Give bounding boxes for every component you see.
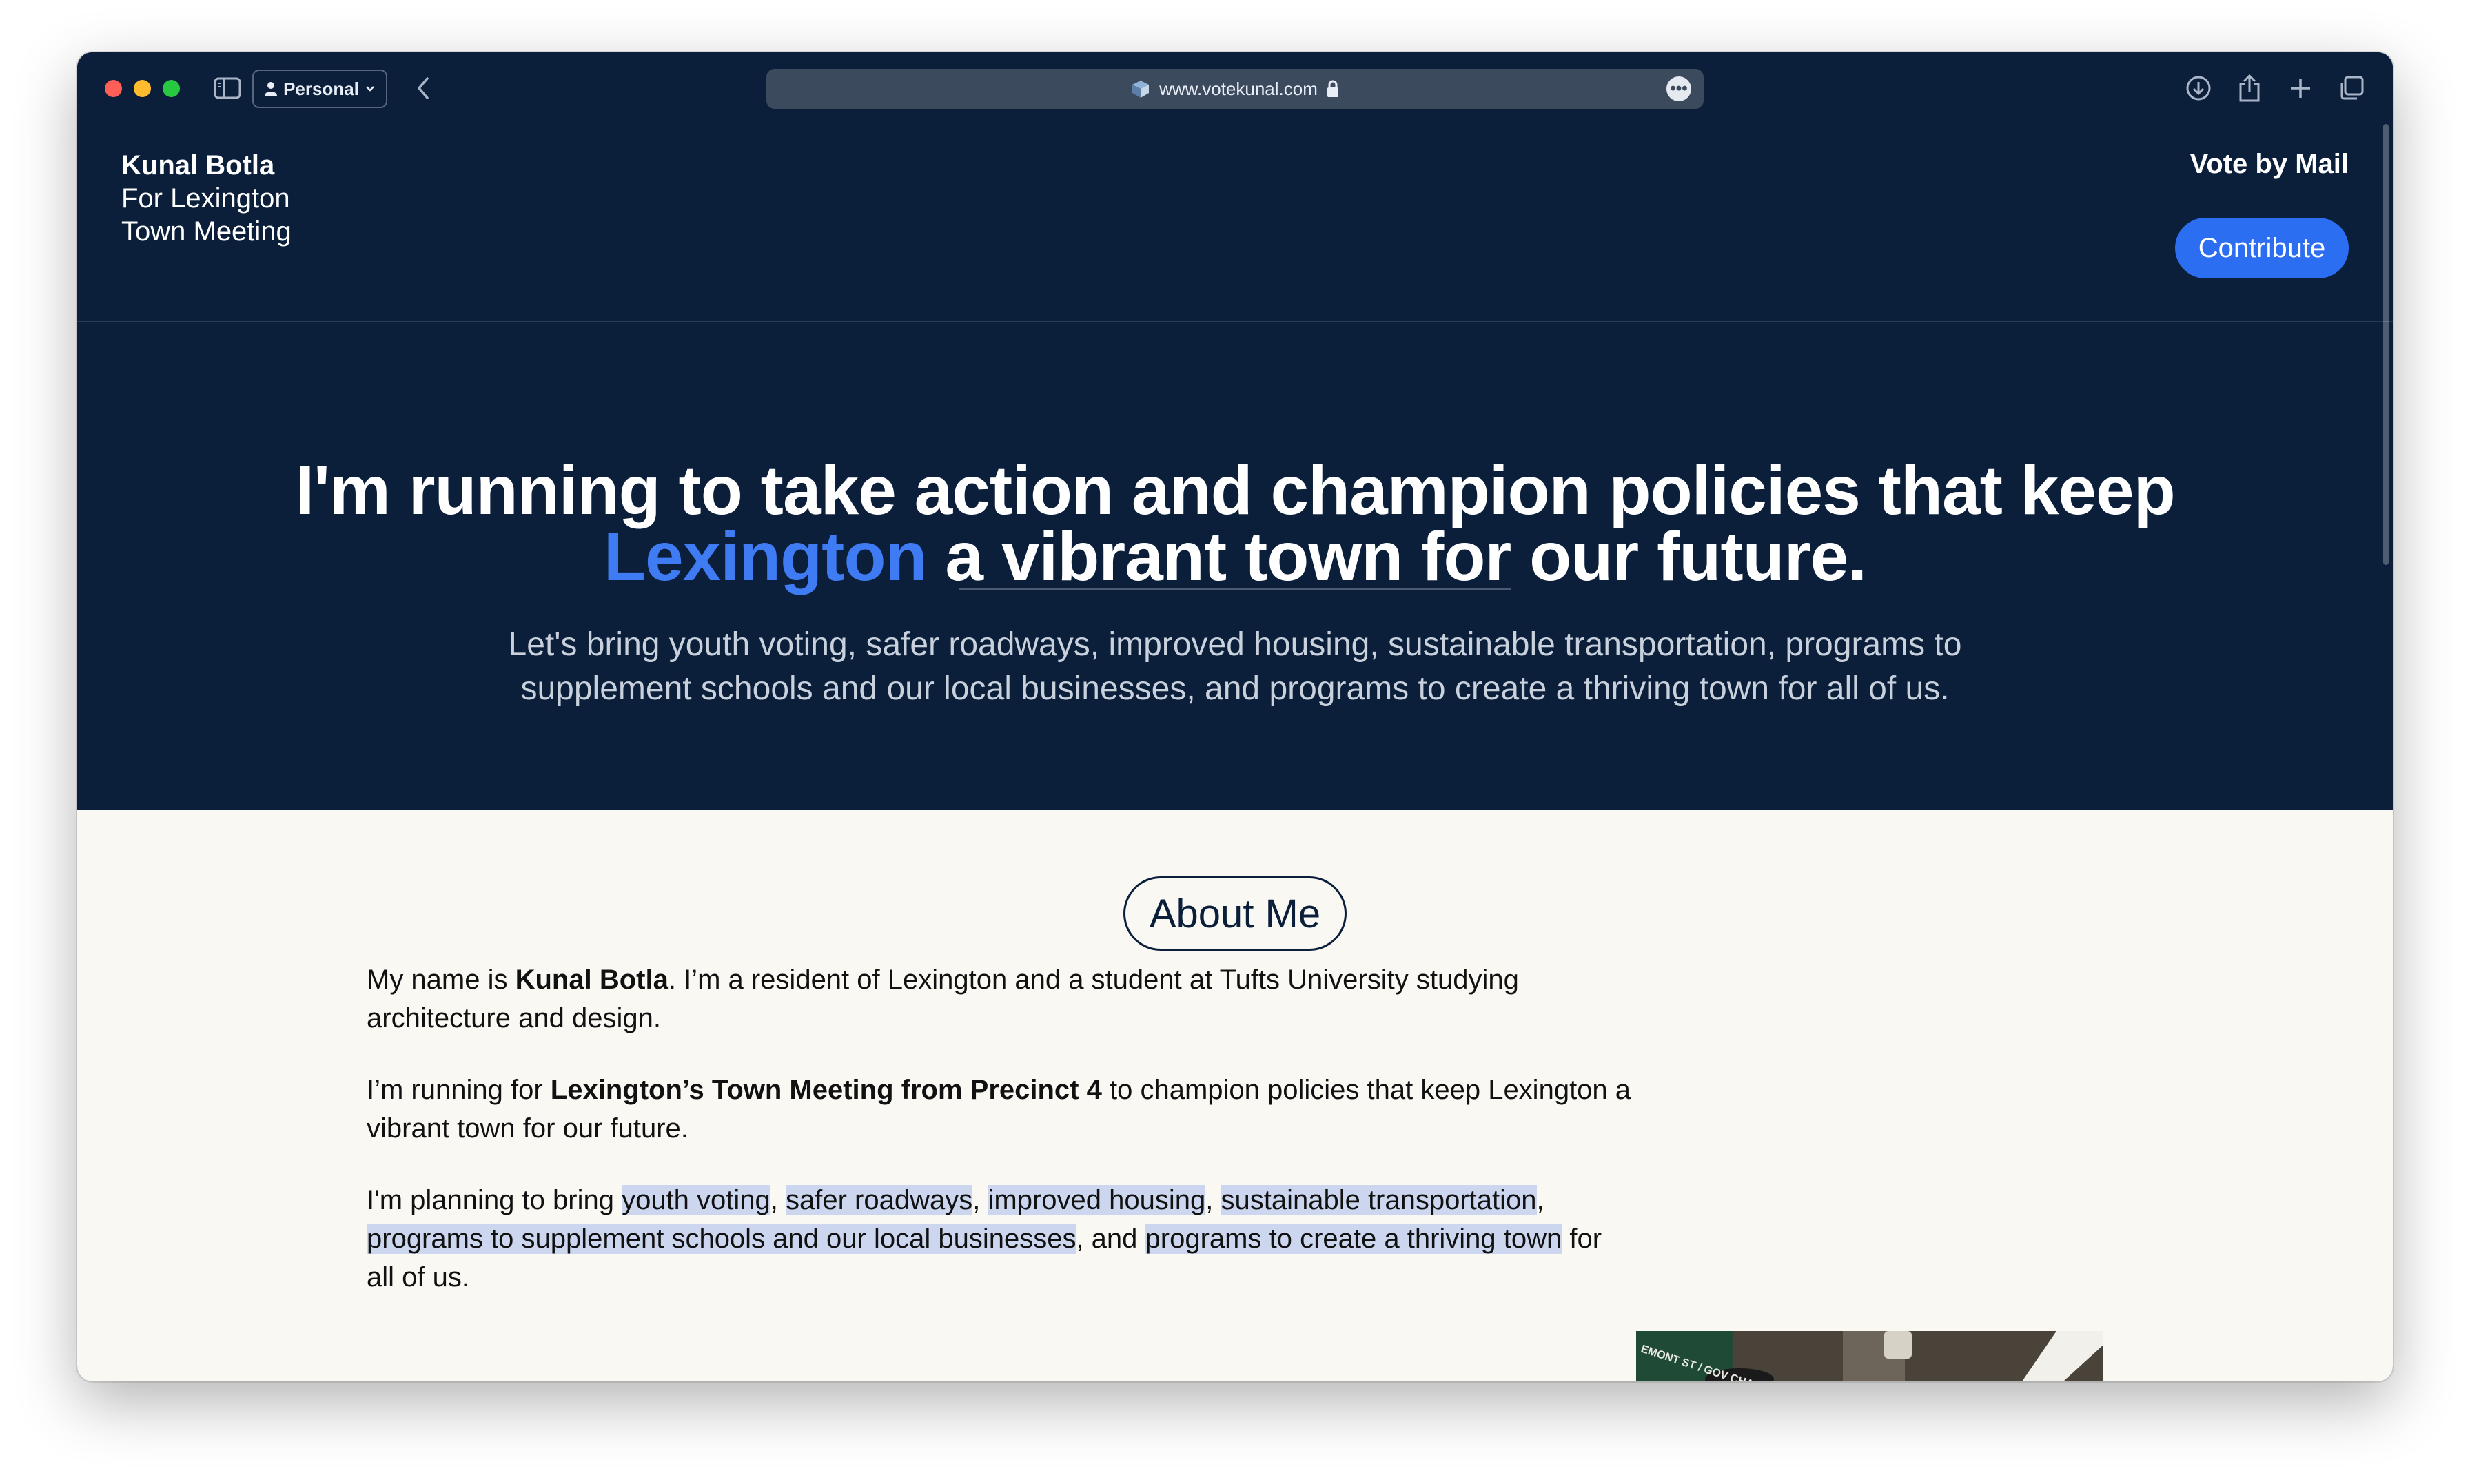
url-text: www.votekunal.com — [1159, 78, 1318, 99]
headline-text-end: a vibrant town for our future. — [926, 518, 1867, 595]
chevron-down-icon — [366, 86, 374, 92]
p3-sep-2: , — [972, 1185, 988, 1215]
vote-by-mail-link[interactable]: Vote by Mail — [2190, 149, 2349, 180]
address-bar[interactable]: www.votekunal.com ••• — [766, 69, 1704, 109]
person-icon — [265, 82, 278, 96]
browser-window: Personal www.votekunal.com ••• Kunal Bot… — [77, 52, 2393, 1381]
minimize-window-button[interactable] — [134, 80, 151, 97]
p2-text-a: I’m running for — [367, 1075, 551, 1105]
p1-text-a: My name is — [367, 965, 516, 995]
about-me-heading: About Me — [1123, 876, 1347, 951]
hero-section: I'm running to take action and champion … — [77, 322, 2393, 810]
candidate-photo: EMONT ST / GOV CHA — [1636, 1331, 2103, 1381]
brand-subtitle-line1: For Lexington — [121, 183, 290, 214]
page-scrollbar[interactable] — [2383, 124, 2389, 565]
new-tab-icon[interactable] — [2284, 72, 2317, 105]
lock-icon — [1327, 80, 1338, 97]
highlight-schools-businesses: programs to supplement schools and our l… — [367, 1224, 1076, 1254]
page-menu-icon[interactable]: ••• — [1666, 76, 1691, 101]
p3-sep-4: , — [1536, 1185, 1544, 1215]
brand-subtitle-line2: Town Meeting — [121, 216, 292, 247]
about-paragraph-plans: I'm planning to bring youth voting, safe… — [367, 1181, 1635, 1297]
about-paragraph-running: I’m running for Lexington’s Town Meeting… — [367, 1071, 1635, 1148]
close-window-button[interactable] — [105, 80, 122, 97]
p3-sep-5: , and — [1076, 1224, 1145, 1254]
contribute-button[interactable]: Contribute — [2175, 218, 2349, 278]
about-section: About Me My name is Kunal Botla. I’m a r… — [77, 810, 2393, 1381]
p1-bold-name: Kunal Botla — [515, 965, 668, 995]
hero-subtext: Let's bring youth voting, safer roadways… — [508, 626, 1962, 707]
site-brand[interactable]: Kunal Botla For Lexington Town Meeting — [121, 149, 292, 248]
about-paragraph-intro: My name is Kunal Botla. I’m a resident o… — [367, 960, 1635, 1038]
p3-text-a: I'm planning to bring — [367, 1185, 622, 1215]
site-favicon-icon — [1132, 81, 1150, 98]
browser-toolbar: Personal www.votekunal.com ••• — [77, 52, 2393, 124]
site-header — [77, 124, 2393, 322]
p2-bold-office: Lexington’s Town Meeting from Precinct 4 — [550, 1075, 1102, 1105]
highlight-youth-voting: youth voting — [622, 1185, 770, 1215]
p3-sep-3: , — [1205, 1185, 1221, 1215]
profile-label: Personal — [283, 78, 359, 99]
share-icon[interactable] — [2233, 72, 2266, 105]
highlight-safer-roadways: safer roadways — [786, 1185, 973, 1215]
highlight-improved-housing: improved housing — [988, 1185, 1206, 1215]
tab-overview-icon[interactable] — [2335, 72, 2368, 105]
back-arrow-icon[interactable] — [408, 73, 438, 103]
p3-sep-1: , — [770, 1185, 786, 1215]
downloads-icon[interactable] — [2182, 72, 2215, 105]
profile-menu[interactable]: Personal — [252, 70, 387, 108]
hero-headline: I'm running to take action and champion … — [270, 456, 2200, 591]
zoom-window-button[interactable] — [163, 80, 180, 97]
headline-accent-word: Lexington — [603, 518, 928, 595]
hero-divider — [959, 588, 1511, 590]
highlight-sustainable-transportation: sustainable transportation — [1221, 1185, 1537, 1215]
highlight-thriving-town: programs to create a thriving town — [1145, 1224, 1562, 1254]
brand-name: Kunal Botla — [121, 150, 275, 181]
sidebar-toggle-icon[interactable] — [212, 76, 243, 101]
